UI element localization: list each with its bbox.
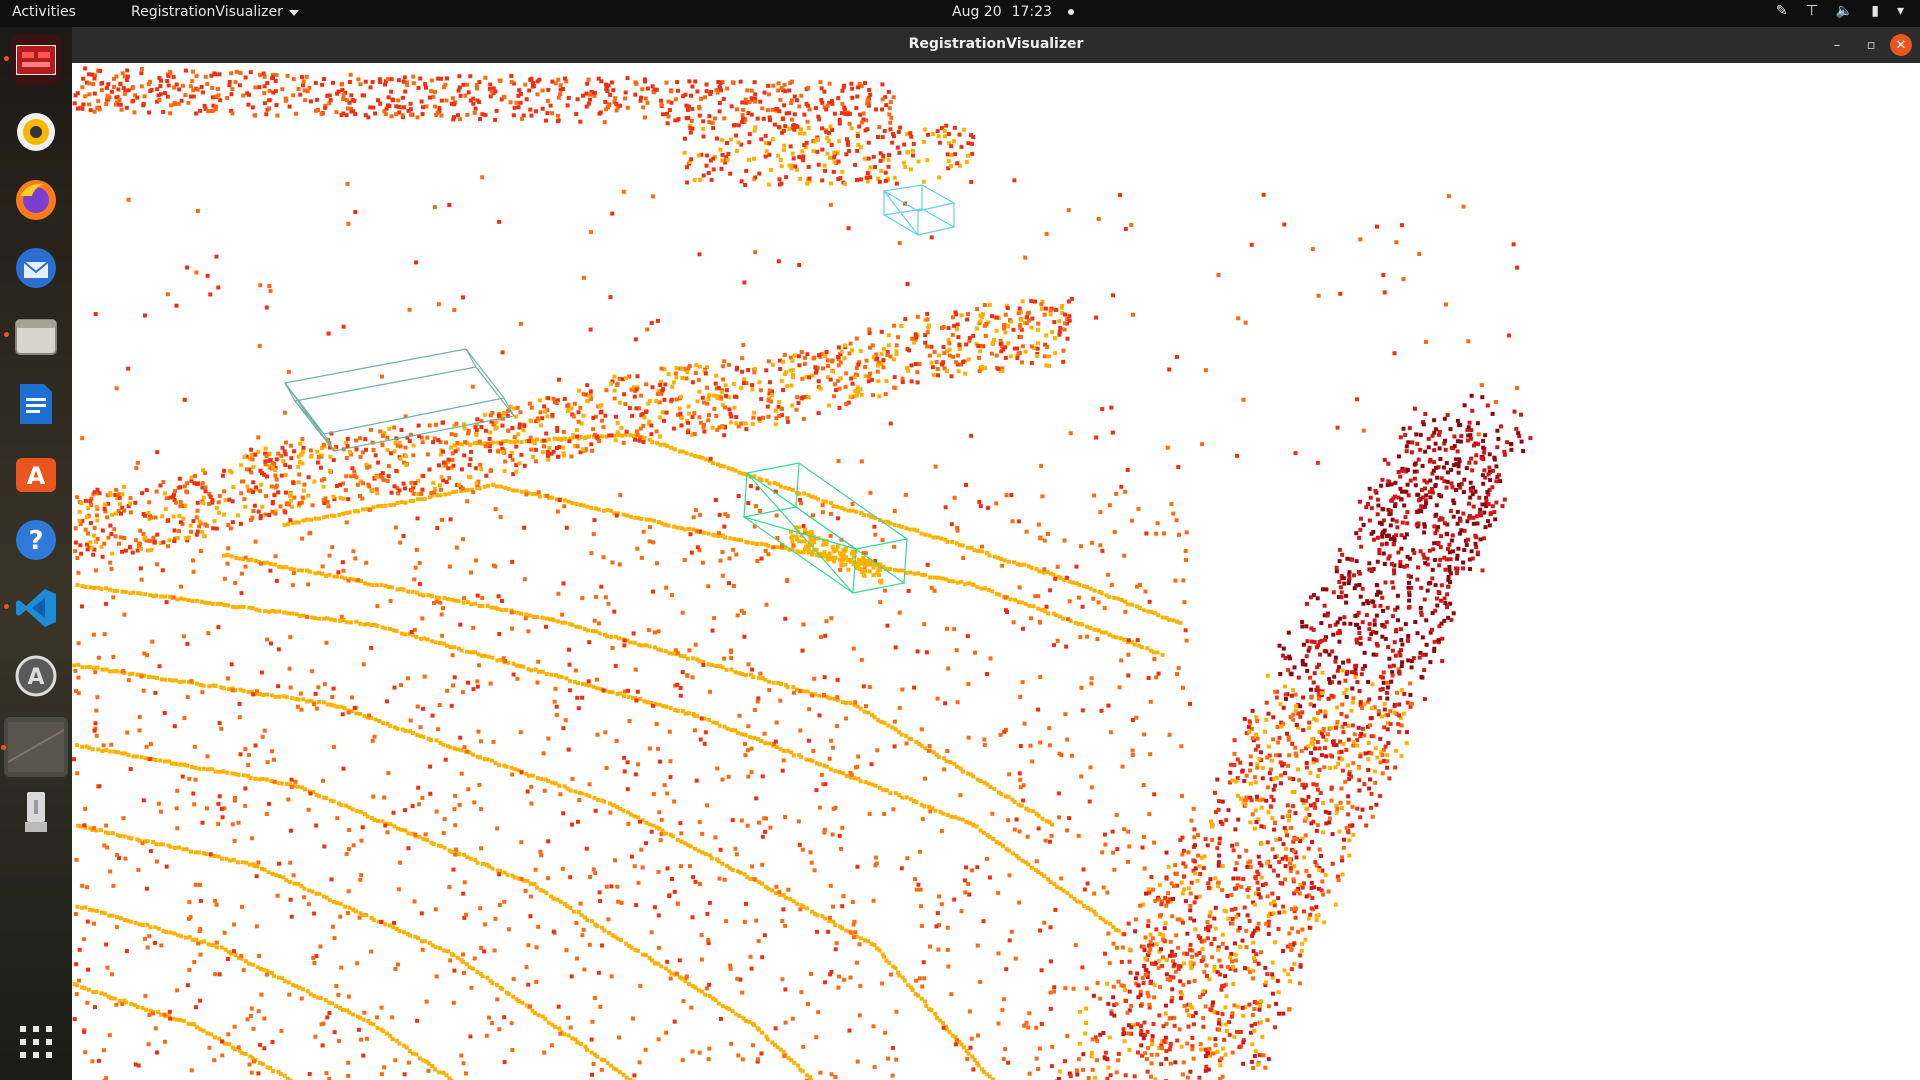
clock[interactable]: Aug 20 17:23 [952,4,1074,20]
help-icon: ? [16,520,56,560]
point-cloud-points [72,66,1533,1080]
show-apps-button[interactable] [11,1017,61,1067]
window-titlebar[interactable]: RegistrationVisualizer – ▫ ✕ [72,27,1920,63]
files-dock-item[interactable] [4,311,61,361]
thunderbird-icon [16,248,56,288]
software-icon: A [16,458,56,492]
chevron-down-icon [288,10,299,16]
show-apps-icon [20,1026,52,1058]
help-dock-item[interactable]: ? [11,515,61,565]
running-indicator [4,604,9,609]
close-button[interactable]: ✕ [1890,34,1912,56]
point-cloud-canvas[interactable] [72,63,1920,1080]
window-title: RegistrationVisualizer [908,36,1084,52]
activities-button[interactable]: Activities [12,4,76,20]
dock: A ? A [0,27,72,1080]
point-cloud-viewport[interactable] [72,63,1920,1080]
pen-icon[interactable]: ✎ [1776,3,1788,19]
terminal-icon [16,45,56,75]
firefox-icon [16,180,56,220]
bounding-boxes [283,184,956,594]
network-icon[interactable]: ⊤ [1806,3,1818,19]
vscode-icon [16,589,56,627]
terminal-dock-item[interactable] [4,35,61,85]
svg-text:A: A [27,665,44,690]
svg-text:?: ? [28,526,43,556]
minimize-icon: – [1833,37,1841,53]
maximize-button[interactable]: ▫ [1860,34,1882,56]
app-menu[interactable]: RegistrationVisualizer [131,4,299,20]
writer-icon [20,384,52,424]
close-icon: ✕ [1895,37,1907,53]
vscode-dock-item[interactable] [4,583,61,633]
files-icon [15,319,57,355]
top-bar: Activities RegistrationVisualizer Aug 20… [0,0,1920,27]
bounding-box-far[interactable] [882,184,956,236]
window-thumbnail-icon [8,722,64,772]
rhythmbox-dock-item[interactable] [11,107,61,157]
clock-time: 17:23 [1011,4,1052,20]
usb-drive-dock-item[interactable] [11,787,61,837]
running-indicator [1,745,6,750]
thunderbird-dock-item[interactable] [11,243,61,293]
updater-dock-item[interactable]: A [11,651,61,701]
window-thumbnail-dock-item[interactable] [1,717,68,777]
notification-dot-icon [1067,9,1074,15]
power-menu-chevron-icon[interactable]: ▾ [1897,3,1904,19]
rhythmbox-icon [17,113,55,151]
system-tray[interactable]: ✎ ⊤ 🔈 ▮ ▾ [1776,3,1904,19]
software-dock-item[interactable]: A [11,447,61,497]
bounding-box-left[interactable] [283,348,516,452]
svg-text:A: A [27,462,46,490]
battery-icon[interactable]: ▮ [1871,3,1879,19]
running-indicator [4,332,9,337]
usb-drive-icon [25,792,47,832]
clock-date: Aug 20 [952,4,1002,20]
writer-dock-item[interactable] [11,379,61,429]
minimize-button[interactable]: – [1826,34,1848,56]
running-indicator [4,56,9,61]
maximize-icon: ▫ [1866,37,1876,53]
firefox-dock-item[interactable] [11,175,61,225]
app-menu-label: RegistrationVisualizer [131,4,283,20]
software-updater-icon: A [15,655,57,697]
volume-icon[interactable]: 🔈 [1836,3,1853,19]
